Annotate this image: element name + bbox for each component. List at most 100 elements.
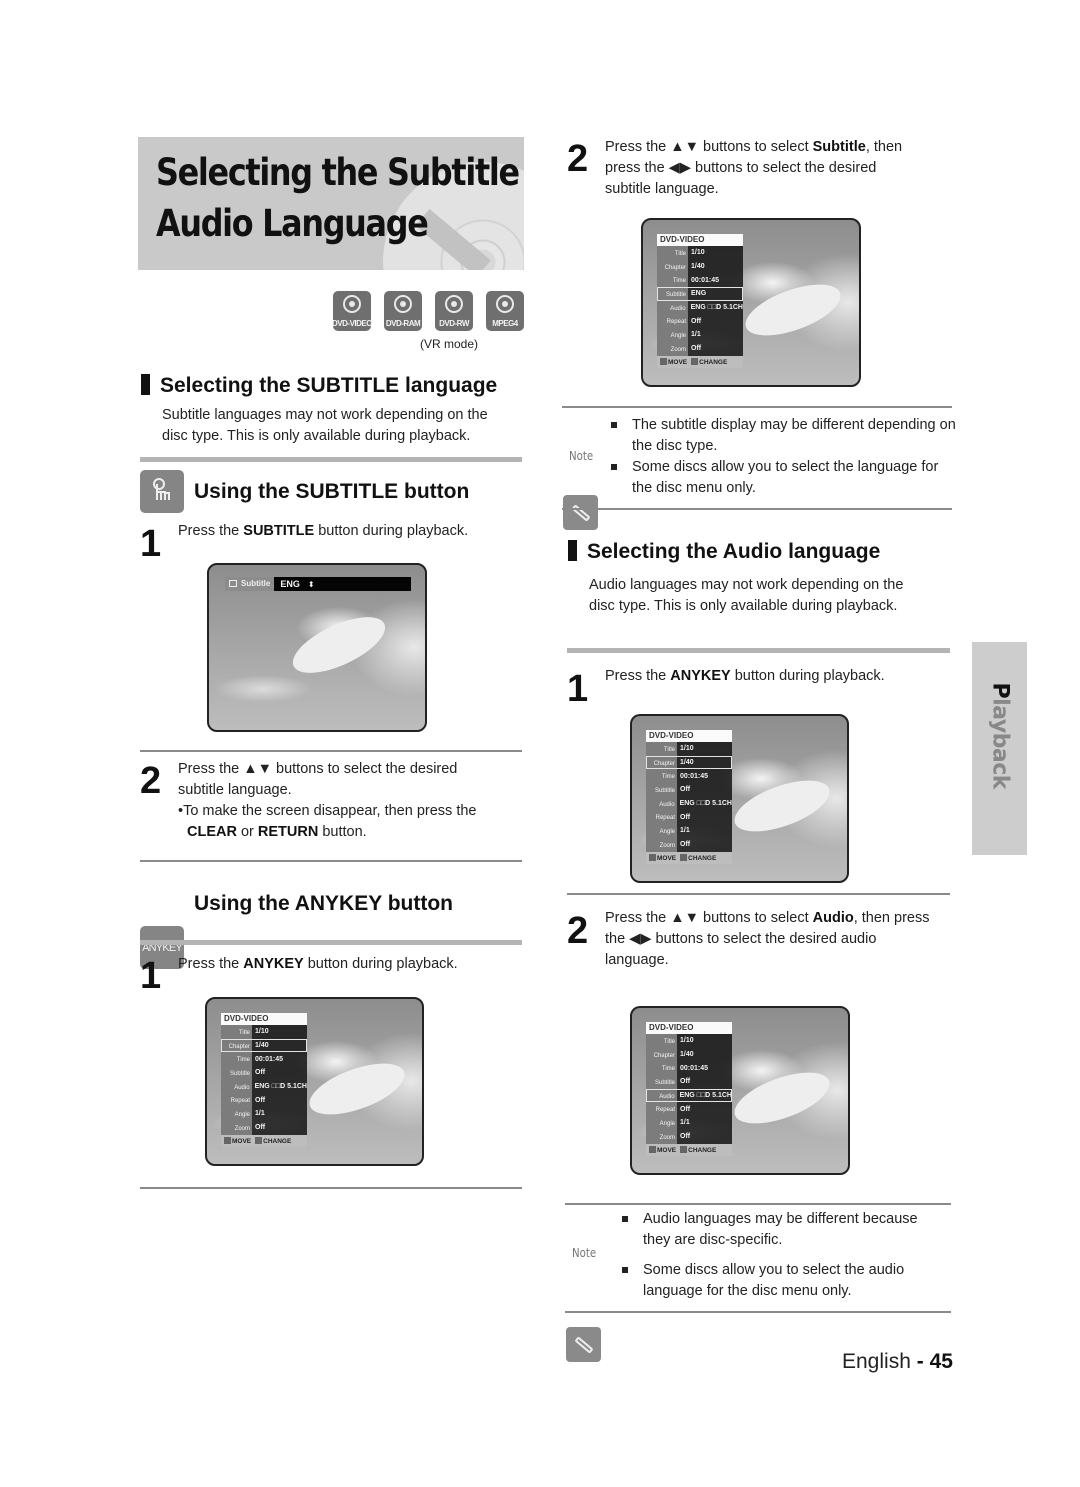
osd-menu-row-subtitle[interactable]: Subtitle ENG: [657, 287, 743, 301]
osd-menu-value: ENG □□D 5.1CH: [679, 1092, 732, 1100]
osd-menu-value: 1/40: [255, 1042, 269, 1050]
divider: [140, 940, 522, 945]
text: Press the: [178, 523, 244, 539]
osd-menu-value: Off: [691, 345, 702, 353]
osd-menu-key: Title: [657, 246, 688, 260]
osd-menu-value: 1/40: [691, 263, 705, 271]
osd-menu-row-audio[interactable]: Audio ENG □□D 5.1CH: [646, 1088, 732, 1103]
osd-menu-key: Chapter: [646, 755, 677, 770]
osd-menu-row-chapter[interactable]: Chapter 1/40: [657, 259, 743, 274]
description-line: Audio languages may not work depending o…: [589, 577, 904, 593]
osd-menu-value: 1/1: [680, 827, 690, 835]
dvd-video-disc-icon: DVD-VIDEO: [332, 291, 372, 331]
step-number: 1: [140, 955, 162, 997]
screen-subtitle-osd: Subtitle ENG ⬍: [207, 563, 427, 732]
osd-menu-row-zoom[interactable]: Zoom Off: [221, 1120, 307, 1135]
divider: [567, 648, 950, 653]
button-name: SUBTITLE: [243, 523, 315, 539]
osd-menu-value: 1/40: [680, 1051, 694, 1059]
osd-menu-row-time[interactable]: Time 00:01:45: [221, 1052, 307, 1067]
osd-menu-row-zoom[interactable]: Zoom Off: [657, 341, 743, 356]
osd-menu-row-subtitle[interactable]: Subtitle Off: [646, 783, 732, 797]
osd-menu-row-chapter[interactable]: Chapter 1/40: [646, 755, 732, 770]
change-label: CHANGE: [263, 1137, 292, 1145]
osd-menu-row-time[interactable]: Time 00:01:45: [646, 1061, 732, 1076]
text-line: Press the ▲▼ buttons to select Audio, th…: [605, 908, 929, 929]
text: , then press: [853, 910, 930, 926]
osd-menu-header: DVD-VIDEO: [646, 1022, 732, 1034]
seagull-image: [739, 274, 847, 346]
note-label: Note: [572, 1246, 597, 1260]
left-right-key-icon: [691, 357, 699, 365]
note-item: Audio languages may be different because…: [617, 1209, 937, 1251]
disc-type-icons: DVD-VIDEO DVD-RAM DVD-RW MPEG4: [332, 291, 524, 331]
osd-menu-row-angle[interactable]: Angle 1/1: [646, 824, 732, 838]
osd-menu-row-repeat[interactable]: Repeat Off: [646, 810, 732, 825]
osd-menu-row-angle[interactable]: Angle 1/1: [657, 328, 743, 342]
osd-menu-value: Off: [255, 1096, 266, 1104]
osd-menu-value: 1/10: [680, 745, 694, 753]
osd-menu-value: Off: [691, 317, 702, 325]
osd-menu-row-angle[interactable]: Angle 1/1: [221, 1107, 307, 1121]
osd-menu-row-zoom[interactable]: Zoom Off: [646, 837, 732, 852]
note-item: Some discs allow you to select the langu…: [606, 457, 956, 499]
menu-item-name: Audio: [812, 910, 854, 926]
osd-menu-value: Off: [255, 1069, 266, 1077]
step-number: 1: [567, 668, 589, 710]
osd-menu-value: Off: [255, 1124, 266, 1132]
osd-menu-row-audio[interactable]: Audio ENG □□D 5.1CH: [657, 300, 743, 315]
move-label: MOVE: [668, 358, 688, 366]
subtitle-description: Subtitle languages may not work dependin…: [162, 405, 488, 447]
osd-menu-value: ENG □□D 5.1CH: [254, 1083, 307, 1091]
osd-menu-key: Title: [646, 742, 677, 756]
osd-menu-key: Subtitle: [221, 1066, 252, 1080]
text: Press the ▲▼ buttons to select the desir…: [178, 761, 458, 777]
osd-menu-key: Subtitle: [646, 783, 677, 797]
osd-menu-row-repeat[interactable]: Repeat Off: [646, 1102, 732, 1117]
osd-menu-row-angle[interactable]: Angle 1/1: [646, 1116, 732, 1130]
osd-menu-row-time[interactable]: Time 00:01:45: [657, 273, 743, 288]
osd-menu-row-title[interactable]: Title 1/10: [221, 1025, 307, 1039]
osd-menu-key: Zoom: [646, 1129, 677, 1144]
osd-menu-row-title[interactable]: Title 1/10: [646, 742, 732, 756]
osd-menu-row-audio[interactable]: Audio ENG □□D 5.1CH: [646, 796, 732, 811]
osd-menu-row-time[interactable]: Time 00:01:45: [646, 769, 732, 784]
move-label: MOVE: [657, 854, 677, 862]
osd-menu-value: Off: [680, 1105, 691, 1113]
osd-menu-row-zoom[interactable]: Zoom Off: [646, 1129, 732, 1144]
up-down-key-icon: [649, 1145, 656, 1153]
osd-menu-key: Time: [657, 273, 688, 288]
move-label: MOVE: [232, 1137, 252, 1145]
osd-menu-row-title[interactable]: Title 1/10: [657, 246, 743, 260]
page-number: English - 45: [842, 1350, 953, 1374]
text: Press the ▲▼ buttons to select: [605, 139, 813, 155]
osd-menu-key: Time: [646, 769, 677, 784]
section-tab-playback[interactable]: Playback: [972, 642, 1027, 855]
page-title-line2: Audio Language: [156, 202, 429, 245]
osd-menu-row-repeat[interactable]: Repeat Off: [221, 1093, 307, 1108]
heading-text: Selecting the SUBTITLE language: [160, 374, 498, 397]
tab-label-rest: layback: [987, 698, 1012, 789]
osd-menu-key: Angle: [657, 328, 688, 342]
divider: [562, 406, 952, 408]
osd-menu-value: 1/10: [255, 1028, 269, 1036]
up-down-key-icon: [660, 357, 667, 365]
osd-menu-row-chapter[interactable]: Chapter 1/40: [221, 1038, 307, 1053]
osd-menu-row-subtitle[interactable]: Subtitle Off: [221, 1066, 307, 1080]
move-hint: MOVE: [660, 357, 688, 366]
osd-menu-key: Angle: [646, 1116, 677, 1130]
osd-menu-row-subtitle[interactable]: Subtitle Off: [646, 1075, 732, 1089]
left-right-key-icon: [680, 1145, 688, 1153]
step-instruction: Press the ▲▼ buttons to select Subtitle,…: [605, 137, 902, 200]
text: Press the ▲▼ buttons to select: [605, 910, 813, 926]
screen-subtitle-selected-menu: DVD-VIDEO Title 1/10 Chapter 1/40 Time 00:01:4…: [641, 218, 861, 387]
button-name: CLEAR: [187, 824, 237, 840]
change-hint: CHANGE: [680, 853, 716, 862]
osd-menu-value: 1/10: [691, 249, 705, 257]
page-title: Selecting the Subtitle & Audio Language: [156, 147, 524, 249]
osd-menu-row-repeat[interactable]: Repeat Off: [657, 314, 743, 329]
osd-menu-row-title[interactable]: Title 1/10: [646, 1034, 732, 1048]
osd-menu-row-chapter[interactable]: Chapter 1/40: [646, 1047, 732, 1062]
osd-menu-key: Time: [221, 1052, 252, 1067]
osd-menu-row-audio[interactable]: Audio ENG □□D 5.1CH: [221, 1079, 307, 1094]
